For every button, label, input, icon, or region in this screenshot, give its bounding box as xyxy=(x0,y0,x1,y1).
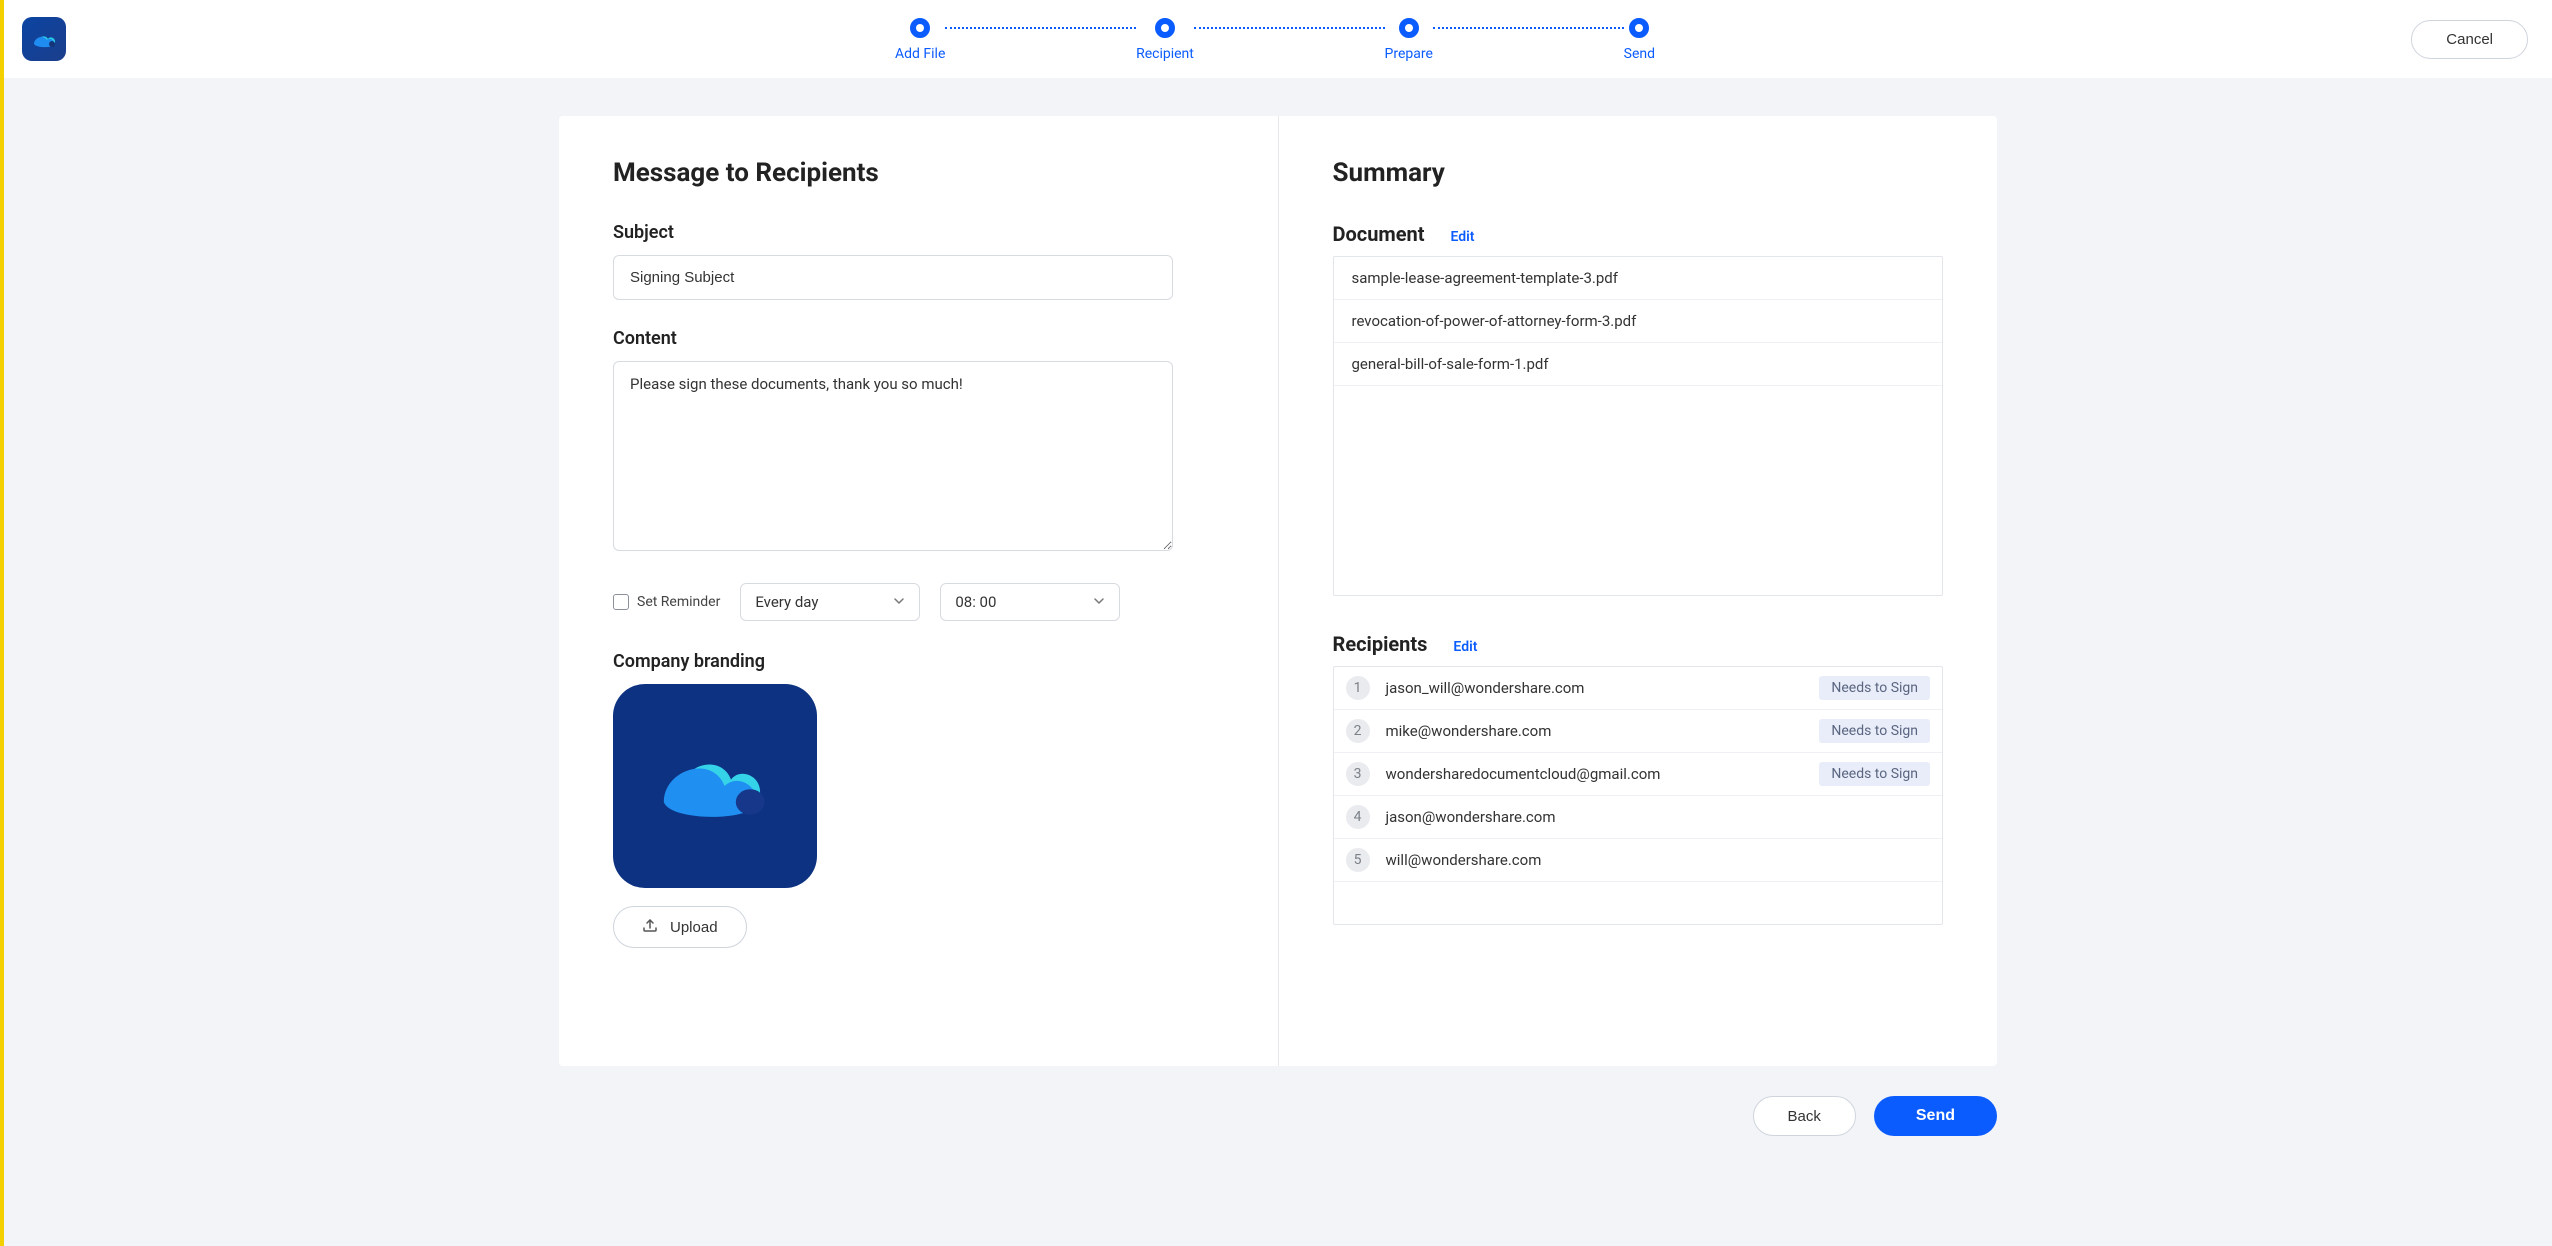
order-badge: 5 xyxy=(1346,848,1370,872)
footer-buttons: Back Send xyxy=(559,1096,1997,1136)
edit-documents-link[interactable]: Edit xyxy=(1451,229,1475,245)
recipient-row: 1 jason_will@wondershare.com Needs to Sign xyxy=(1334,667,1943,710)
upload-button[interactable]: Upload xyxy=(613,906,747,948)
order-badge: 2 xyxy=(1346,719,1370,743)
app-logo-icon xyxy=(22,17,66,61)
recipient-row: 3 wondersharedocumentcloud@gmail.com Needs… xyxy=(1334,753,1943,796)
edit-recipients-link[interactable]: Edit xyxy=(1453,639,1477,655)
document-subheader: Document xyxy=(1333,222,1425,246)
recipients-list: 1 jason_will@wondershare.com Needs to Sign… xyxy=(1333,666,1944,925)
progress-steps: Add File Recipient Prepare Send xyxy=(895,16,1655,62)
recipient-action-badge: Needs to Sign xyxy=(1819,676,1930,700)
recipients-subheader: Recipients xyxy=(1333,632,1428,656)
step-send[interactable]: Send xyxy=(1624,18,1655,62)
company-branding-image xyxy=(613,684,817,888)
content-textarea[interactable] xyxy=(613,361,1173,551)
order-badge: 1 xyxy=(1346,676,1370,700)
content-label: Content xyxy=(613,328,1224,349)
cancel-button[interactable]: Cancel xyxy=(2411,20,2528,59)
subject-label: Subject xyxy=(613,222,1224,243)
message-column: Message to Recipients Subject Content Se… xyxy=(559,116,1279,1066)
document-row: sample-lease-agreement-template-3.pdf xyxy=(1334,257,1943,300)
reminder-time-select[interactable]: 08: 00 xyxy=(940,583,1120,621)
recipient-row: 4 jason@wondershare.com xyxy=(1334,796,1943,839)
order-badge: 4 xyxy=(1346,805,1370,829)
set-reminder-checkbox[interactable]: Set Reminder xyxy=(613,594,720,610)
set-reminder-label: Set Reminder xyxy=(637,594,720,610)
chevron-down-icon xyxy=(893,595,905,610)
step-recipient[interactable]: Recipient xyxy=(1136,18,1194,62)
summary-title: Summary xyxy=(1333,158,1944,188)
recipient-email: wondersharedocumentcloud@gmail.com xyxy=(1386,765,1804,783)
document-list: sample-lease-agreement-template-3.pdfrev… xyxy=(1333,256,1944,596)
recipient-row-empty xyxy=(1334,882,1943,924)
recipient-email: jason@wondershare.com xyxy=(1386,808,1931,826)
send-button[interactable]: Send xyxy=(1874,1096,1997,1136)
recipient-row: 5 will@wondershare.com xyxy=(1334,839,1943,882)
back-button[interactable]: Back xyxy=(1753,1096,1856,1136)
upload-icon xyxy=(642,917,658,937)
step-add-file[interactable]: Add File xyxy=(895,18,945,62)
recipient-email: will@wondershare.com xyxy=(1386,851,1931,869)
content-card: Message to Recipients Subject Content Se… xyxy=(559,116,1997,1066)
top-bar: Add File Recipient Prepare Send Cancel xyxy=(4,0,2552,78)
reminder-frequency-select[interactable]: Every day xyxy=(740,583,920,621)
recipient-action-badge: Needs to Sign xyxy=(1819,762,1930,786)
document-row: general-bill-of-sale-form-1.pdf xyxy=(1334,343,1943,386)
recipient-row: 2 mike@wondershare.com Needs to Sign xyxy=(1334,710,1943,753)
message-title: Message to Recipients xyxy=(613,158,1224,188)
document-row: revocation-of-power-of-attorney-form-3.p… xyxy=(1334,300,1943,343)
order-badge: 3 xyxy=(1346,762,1370,786)
branding-label: Company branding xyxy=(613,651,1224,672)
step-prepare[interactable]: Prepare xyxy=(1385,18,1433,62)
chevron-down-icon xyxy=(1093,595,1105,610)
subject-input[interactable] xyxy=(613,255,1173,300)
recipient-action-badge: Needs to Sign xyxy=(1819,719,1930,743)
recipient-email: mike@wondershare.com xyxy=(1386,722,1804,740)
summary-column: Summary Document Edit sample-lease-agree… xyxy=(1279,116,1998,1066)
recipient-email: jason_will@wondershare.com xyxy=(1386,679,1804,697)
